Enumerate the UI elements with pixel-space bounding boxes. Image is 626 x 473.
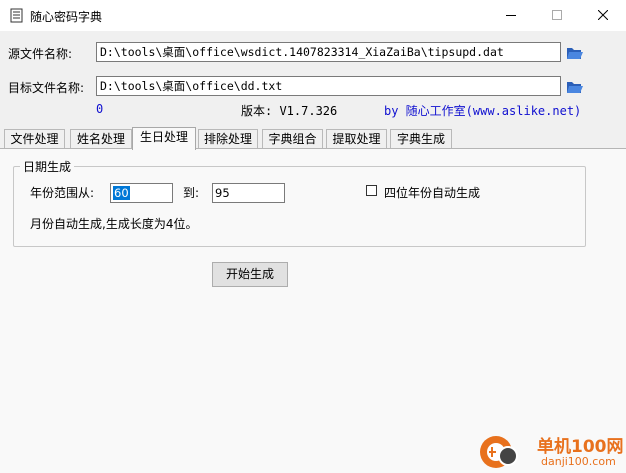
year-range-from-label: 年份范围从: bbox=[30, 186, 95, 200]
watermark-brand: 单机100网 bbox=[537, 437, 624, 457]
version-label: 版本: V1.7.326 bbox=[241, 104, 338, 118]
target-file-label: 目标文件名称: bbox=[8, 81, 85, 95]
minimize-icon bbox=[506, 15, 516, 16]
app-icon bbox=[10, 8, 23, 23]
tab-dictionary-generate[interactable]: 字典生成 bbox=[390, 129, 452, 148]
four-digit-year-label[interactable]: 四位年份自动生成 bbox=[384, 184, 480, 201]
tab-extract-processing[interactable]: 提取处理 bbox=[326, 129, 387, 148]
maximize-button[interactable] bbox=[534, 0, 580, 31]
month-note: 月份自动生成,生成长度为4位。 bbox=[30, 217, 198, 231]
open-folder-icon[interactable] bbox=[566, 45, 584, 61]
close-button[interactable] bbox=[580, 0, 626, 31]
year-to-label: 到: bbox=[183, 186, 200, 200]
open-folder-icon[interactable] bbox=[566, 79, 584, 95]
minimize-button[interactable] bbox=[488, 0, 534, 31]
group-title: 日期生成 bbox=[20, 158, 75, 175]
tab-birthday-processing[interactable]: 生日处理 bbox=[132, 127, 196, 150]
date-generation-group bbox=[13, 166, 586, 247]
four-digit-year-checkbox[interactable] bbox=[366, 185, 377, 196]
window-title: 随心密码字典 bbox=[30, 10, 103, 24]
start-generate-button[interactable]: 开始生成 bbox=[212, 262, 288, 287]
year-from-input[interactable]: 60 bbox=[110, 183, 173, 203]
source-file-field[interactable]: D:\tools\桌面\office\wsdict.1407823314_Xia… bbox=[96, 42, 561, 62]
year-to-input[interactable]: 95 bbox=[212, 183, 285, 203]
title-bar: 随心密码字典 bbox=[0, 0, 626, 31]
maximize-icon bbox=[552, 10, 562, 20]
tab-name-processing[interactable]: 姓名处理 bbox=[70, 129, 132, 148]
watermark-url: danji100.com bbox=[541, 455, 616, 468]
target-file-field[interactable]: D:\tools\桌面\office\dd.txt bbox=[96, 76, 561, 96]
tab-dictionary-combine[interactable]: 字典组合 bbox=[262, 129, 323, 148]
tab-file-processing[interactable]: 文件处理 bbox=[4, 129, 65, 148]
author-link[interactable]: by 随心工作室(www.aslike.net) bbox=[384, 102, 581, 119]
source-file-label: 源文件名称: bbox=[8, 47, 73, 61]
tab-exclude-processing[interactable]: 排除处理 bbox=[198, 129, 258, 148]
year-from-value: 60 bbox=[113, 186, 130, 200]
close-icon bbox=[598, 10, 608, 20]
file-count-value: 0 bbox=[96, 102, 104, 116]
watermark-logo-icon bbox=[480, 436, 518, 468]
